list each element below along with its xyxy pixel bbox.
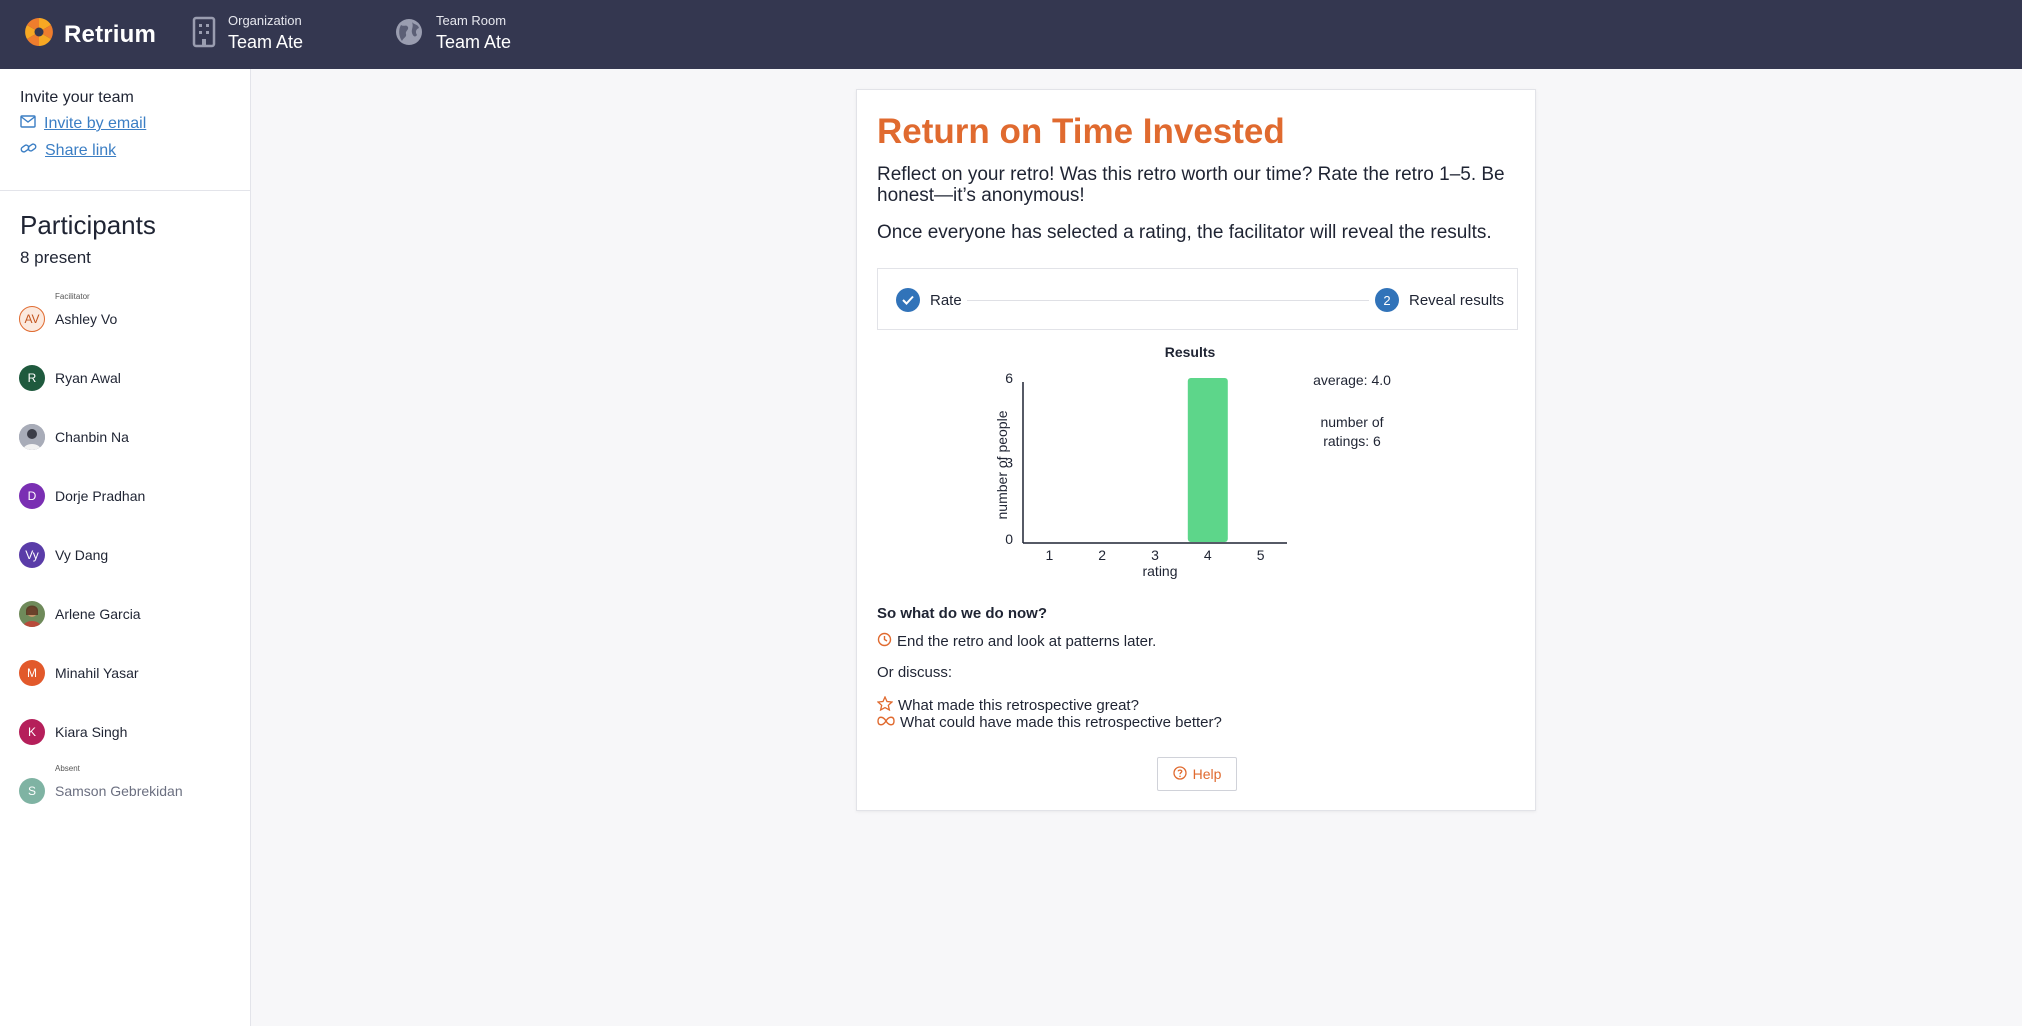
participant-list: Facilitator AV Ashley Vo R Ryan Awal Cha… [19,289,183,820]
star-icon [876,695,894,715]
results-chart: Results number of people rating average:… [994,345,1391,579]
brand-name: Retrium [64,20,157,48]
avatar: Vy [19,541,45,568]
avatar: S [19,777,45,804]
avatar: M [19,659,45,686]
participant-item[interactable]: Absent S Samson Gebrekidan [19,761,183,820]
present-count: 8 present [20,248,91,267]
step-reveal-label: Reveal results [1409,291,1505,309]
envelope-icon [20,115,36,133]
x-tick-label: 3 [1151,547,1159,563]
avatar: D [19,482,45,509]
ratings-count-label: number of [1320,414,1383,430]
invite-section: Invite your team Invite by email Share l… [20,89,146,160]
discuss-better-text: What could have made this retrospective … [900,714,1222,731]
team-room-switcher[interactable]: Team Room Team Ate [394,13,511,55]
participant-item[interactable]: D Dorje Pradhan [19,466,183,525]
avatar: R [19,364,45,391]
discuss-better-option[interactable]: What could have made this retrospective … [877,714,1222,731]
discuss-great-option[interactable]: What made this retrospective great? [876,695,1139,715]
team-room-name: Team Ate [436,32,512,52]
step-reveal-results[interactable]: 2 Reveal results [1375,288,1504,312]
x-axis-label: rating [1142,563,1177,579]
x-tick-label: 4 [1204,547,1212,563]
participant-name: Minahil Yasar [55,664,139,681]
invite-title: Invite your team [20,89,134,106]
participant-item[interactable]: Vy Vy Dang [19,525,183,584]
participant-item[interactable]: K Kiara Singh [19,702,183,761]
page-title: Return on Time Invested [877,112,1285,151]
sidebar: Invite your team Invite by email Share l… [0,69,251,1026]
y-tick-label: 3 [1005,455,1013,471]
facilitator-note: Once everyone has selected a rating, the… [877,222,1492,243]
participant-item[interactable]: M Minahil Yasar [19,643,183,702]
end-retro-text: End the retro and look at patterns later… [897,633,1157,650]
invite-by-email-link[interactable]: Invite by email [20,115,146,133]
participant-item[interactable]: R Ryan Awal [19,348,183,407]
brand[interactable]: Retrium [23,18,156,51]
participant-name: Samson Gebrekidan [55,782,183,799]
discuss-great-text: What made this retrospective great? [898,697,1139,714]
participant-name: Vy Dang [55,546,109,563]
ratings-count-label-2: ratings: 6 [1323,433,1381,449]
participants-title: Participants [20,210,156,240]
globe-icon [394,17,424,52]
team-room-label: Team Room [436,13,507,28]
y-tick-label: 6 [1005,370,1013,386]
participant-name: Ryan Awal [55,369,121,386]
step-rate-label: Rate [930,291,962,309]
sidebar-divider [0,190,250,191]
participant-name: Arlene Garcia [55,605,141,622]
y-tick-label: 0 [1005,531,1013,547]
top-bar: Retrium Organization Team Ate Team Room [0,0,2022,69]
avatar: AV [19,305,45,332]
clock-icon [877,632,892,651]
organization-label: Organization [228,13,302,28]
stepper: Rate 2 Reveal results [877,268,1518,330]
avatar-photo [19,423,45,450]
link-icon [20,141,37,160]
participant-item[interactable]: Arlene Garcia [19,584,183,643]
invite-by-email-label: Invite by email [44,115,147,132]
bar-rating-4 [1187,378,1228,542]
organization-switcher[interactable]: Organization Team Ate [192,13,303,55]
check-icon [896,288,920,312]
or-discuss-label: Or discuss: [877,664,953,681]
facilitator-label: Facilitator [55,292,90,301]
share-link-label: Share link [45,141,117,159]
infinity-icon [877,714,895,731]
participant-item[interactable]: Chanbin Na [19,407,183,466]
x-tick-label: 5 [1257,547,1265,563]
chart-title: Results [1165,345,1216,360]
help-button[interactable]: Help [1157,757,1237,791]
organization-name: Team Ate [228,32,304,52]
roti-card: Return on Time Invested Reflect on your … [856,89,1536,811]
x-tick-label: 2 [1098,547,1106,563]
building-icon [192,16,216,53]
step-number: 2 [1375,288,1399,312]
average-label: average: 4.0 [1313,372,1391,388]
help-label: Help [1192,766,1222,782]
share-link[interactable]: Share link [20,141,146,160]
step-rate[interactable]: Rate [896,288,962,312]
avatar-photo [19,600,45,627]
question-circle-icon [1172,765,1187,783]
x-tick-label: 1 [1046,547,1054,563]
participant-name: Chanbin Na [55,428,129,445]
description: Reflect on your retro! Was this retro wo… [877,164,1505,206]
end-retro-option[interactable]: End the retro and look at patterns later… [877,632,1156,651]
next-steps-title: So what do we do now? [877,605,1047,622]
participant-name: Kiara Singh [55,723,128,740]
avatar: K [19,718,45,745]
retrium-logo-icon [23,16,55,53]
participant-item[interactable]: Facilitator AV Ashley Vo [19,289,183,348]
step-connector [967,300,1369,301]
absent-label: Absent [55,764,80,773]
participant-name: Ashley Vo [55,310,118,327]
participant-name: Dorje Pradhan [55,487,146,504]
